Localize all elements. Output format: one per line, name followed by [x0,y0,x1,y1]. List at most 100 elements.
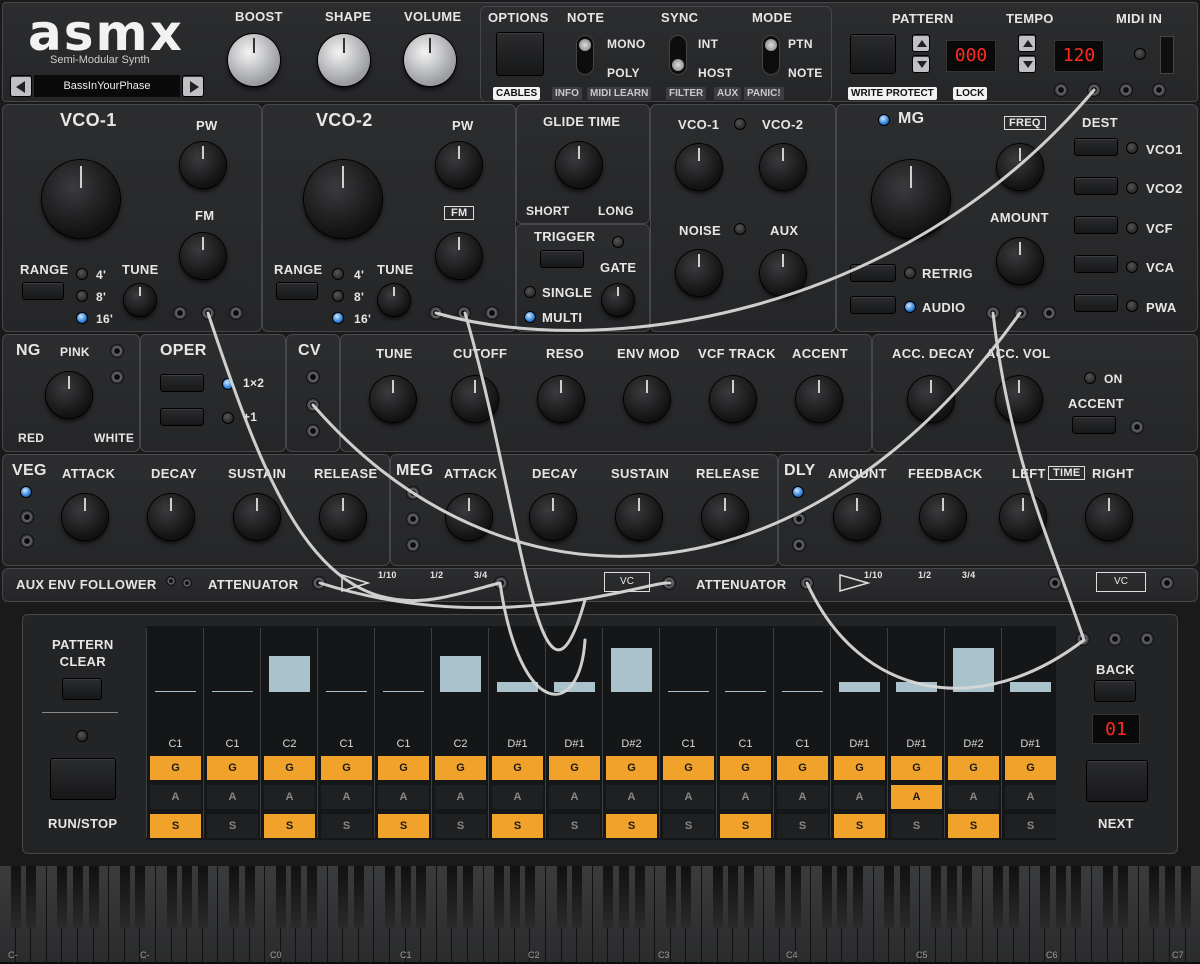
dest-vco1-button[interactable] [1074,138,1118,156]
step-a-button[interactable]: A [720,785,771,809]
jack[interactable] [1076,632,1090,646]
black-key[interactable] [463,866,473,928]
preset-name[interactable]: BassInYourPhase [34,75,180,97]
jack[interactable] [406,538,420,552]
step-g-button[interactable]: G [150,756,201,780]
vco2-range-button[interactable] [276,282,318,300]
mixer-vco2-knob[interactable] [760,144,806,190]
tempo-up-button[interactable] [1018,34,1036,52]
ng-knob[interactable] [46,372,92,418]
black-key[interactable] [1118,866,1129,928]
dest-vca-button[interactable] [1074,255,1118,273]
acc-vol-knob[interactable] [996,376,1042,422]
audio-led[interactable] [904,301,916,313]
step-g-button[interactable]: G [1005,756,1056,780]
black-key[interactable] [556,866,567,928]
black-key[interactable] [197,866,208,928]
jack[interactable] [1042,306,1056,320]
preset-prev-button[interactable] [10,75,32,97]
step-g-button[interactable]: G [435,756,486,780]
step-a-button[interactable]: A [606,785,657,809]
step-pitch-bar[interactable] [440,656,481,692]
jack[interactable] [1152,83,1166,97]
black-key[interactable] [1149,866,1160,928]
volume-knob[interactable] [404,34,456,86]
step-pitch-bar[interactable] [497,682,538,692]
jack[interactable] [494,576,508,590]
jack[interactable] [166,576,176,586]
lock-button[interactable]: LOCK [953,87,988,100]
mixer-noise-knob[interactable] [676,250,722,296]
step-a-button[interactable]: A [1005,785,1056,809]
step-pitch-bar[interactable] [668,691,709,692]
step-g-button[interactable]: G [834,756,885,780]
step-pitch-bar[interactable] [1010,682,1051,692]
step-a-button[interactable]: A [207,785,258,809]
vco2-range-8-led[interactable] [332,290,344,302]
menu-cables[interactable]: CABLES [493,87,541,100]
jack[interactable] [110,370,124,384]
black-key[interactable] [400,866,411,928]
trigger-button[interactable] [540,250,584,268]
veg-release-knob[interactable] [320,494,366,540]
black-key[interactable] [993,866,1004,928]
jack[interactable] [406,512,420,526]
menu-aux[interactable]: AUX [714,87,742,100]
step-a-button[interactable]: A [891,785,942,809]
step-g-button[interactable]: G [720,756,771,780]
step-pitch-bar[interactable] [725,691,766,692]
boost-knob[interactable] [228,34,280,86]
glide-time-knob[interactable] [556,142,602,188]
dest-vca-led[interactable] [1126,261,1138,273]
vco2-range-16-led[interactable] [332,312,344,324]
step-g-button[interactable]: G [549,756,600,780]
black-key[interactable] [1180,866,1191,928]
step-g-button[interactable]: G [378,756,429,780]
jack[interactable] [800,576,814,590]
vco2-range-4-led[interactable] [332,268,344,280]
filter-reso-knob[interactable] [538,376,584,422]
step-s-button[interactable]: S [663,814,714,838]
menu-info[interactable]: INFO [552,87,582,100]
filter-cutoff-knob[interactable] [452,376,498,422]
step-s-button[interactable]: S [1005,814,1056,838]
black-key[interactable] [229,866,239,928]
black-key[interactable] [10,866,21,928]
step-pitch-bar[interactable] [554,682,595,692]
mg-amount-knob[interactable] [997,238,1043,284]
black-key[interactable] [603,866,614,928]
jack[interactable] [792,512,806,526]
step-s-button[interactable]: S [834,814,885,838]
oper-x2-led[interactable] [222,378,234,390]
vco2-tune-knob[interactable] [378,284,410,316]
black-key[interactable] [73,866,83,928]
jack[interactable] [312,576,326,590]
jack[interactable] [229,306,243,320]
note-toggle[interactable] [576,35,594,75]
step-s-button[interactable]: S [264,814,315,838]
meg-decay-knob[interactable] [530,494,576,540]
black-key[interactable] [712,866,723,928]
step-s-button[interactable]: S [720,814,771,838]
jack[interactable] [1140,632,1154,646]
shape-knob[interactable] [318,34,370,86]
mixer-vco1-knob[interactable] [676,144,722,190]
jack[interactable] [1108,632,1122,646]
vco1-range-16-led[interactable] [76,312,88,324]
step-g-button[interactable]: G [606,756,657,780]
preset-next-button[interactable] [182,75,204,97]
black-key[interactable] [1102,866,1113,928]
step-a-button[interactable]: A [264,785,315,809]
black-key[interactable] [572,866,583,928]
step-a-button[interactable]: A [378,785,429,809]
black-key[interactable] [338,866,349,928]
vco1-waveform-knob[interactable] [42,160,120,238]
step-a-button[interactable]: A [492,785,543,809]
black-key[interactable] [619,866,629,928]
mg-retrig-button[interactable] [850,264,896,282]
step-a-button[interactable]: A [777,785,828,809]
step-pitch-bar[interactable] [326,691,367,692]
jack[interactable] [1087,83,1101,97]
black-key[interactable] [135,866,146,928]
black-key[interactable] [884,866,895,928]
